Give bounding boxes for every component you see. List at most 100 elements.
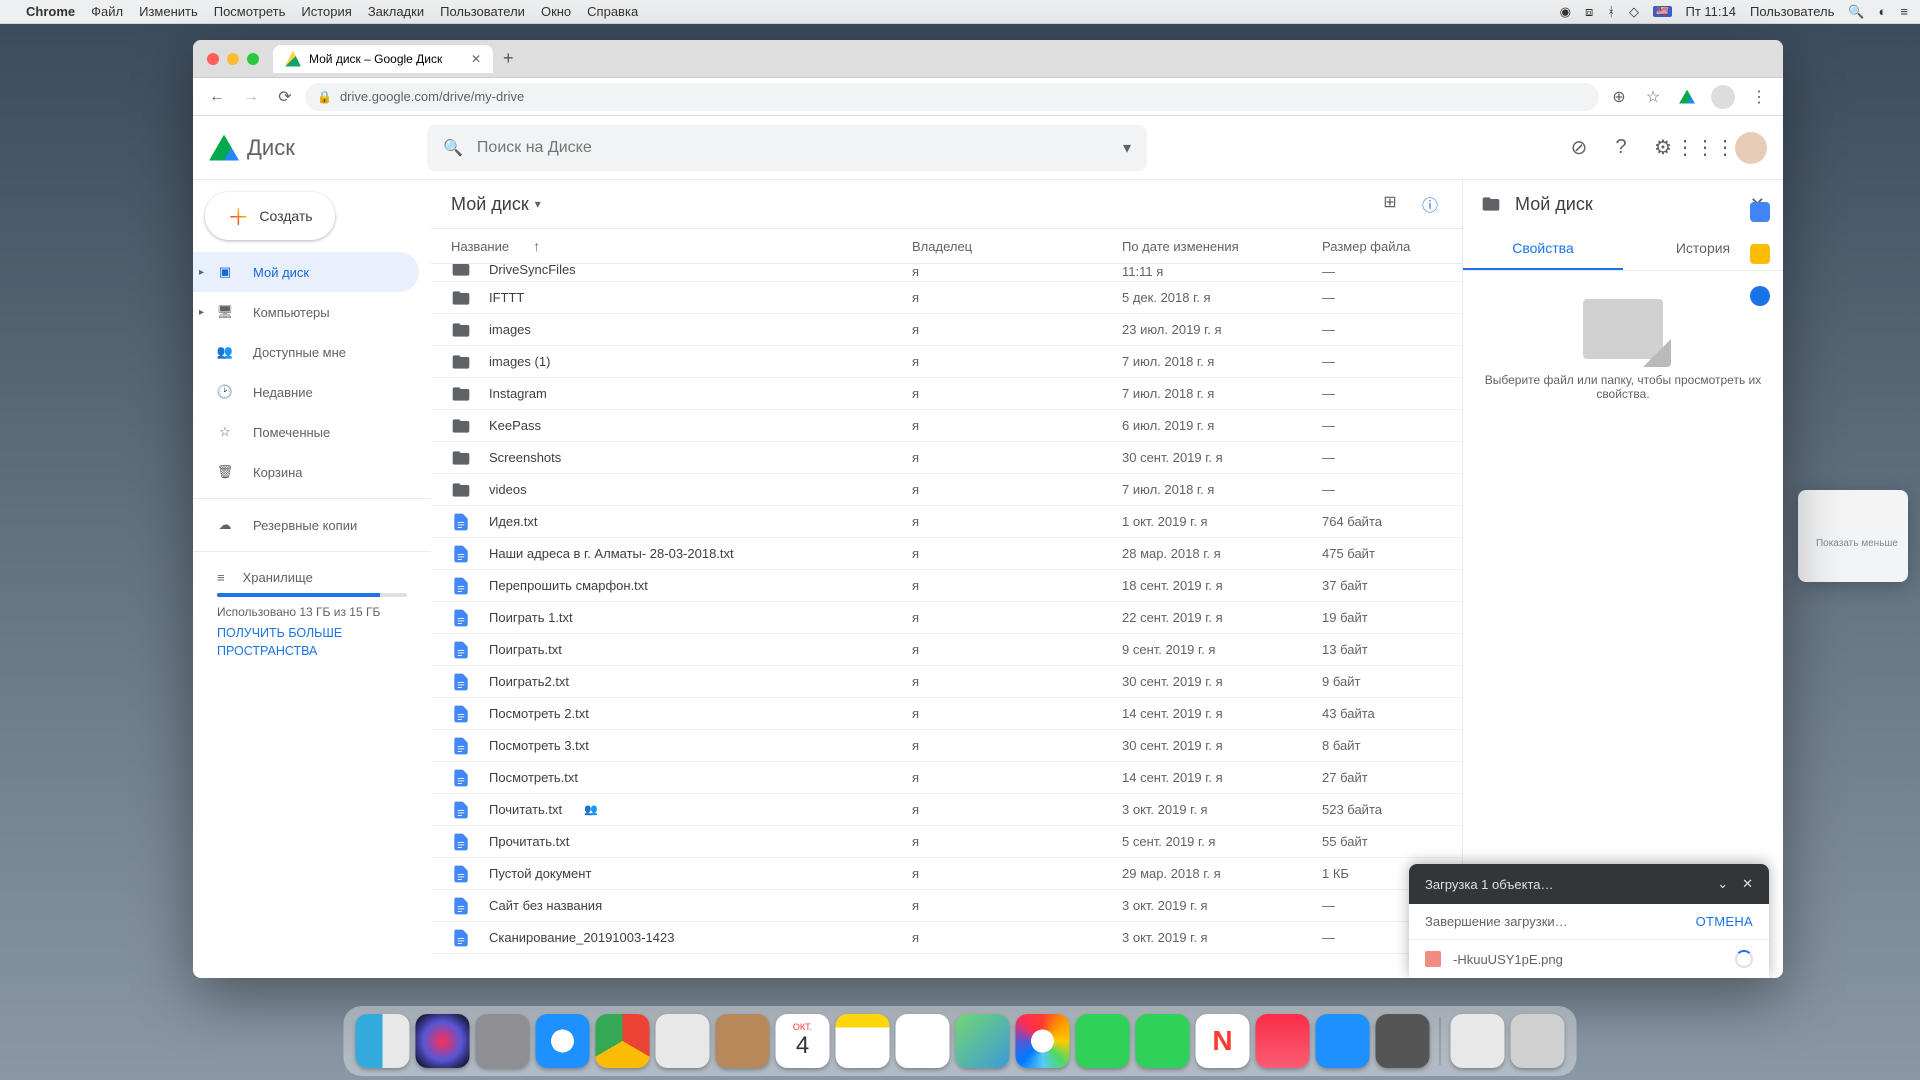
dock-siri-icon[interactable]: [416, 1014, 470, 1068]
wifi-icon[interactable]: ◇: [1629, 4, 1639, 20]
close-tab-icon[interactable]: ✕: [471, 52, 481, 66]
file-row[interactable]: Идея.txtя1 окт. 2019 г. я764 байта: [431, 506, 1462, 538]
grid-view-icon[interactable]: ⊞: [1378, 192, 1402, 216]
cancel-upload-button[interactable]: ОТМЕНА: [1696, 914, 1753, 929]
apps-grid-icon[interactable]: ⋮⋮⋮: [1693, 136, 1717, 160]
menu-view[interactable]: Посмотреть: [214, 4, 286, 19]
clock[interactable]: Пт 11:14: [1686, 4, 1736, 19]
file-row[interactable]: Пустой документя29 мар. 2018 г. я1 КБ: [431, 858, 1462, 890]
sidebar-item-backups[interactable]: ☁ Резервные копии: [193, 505, 419, 545]
menu-edit[interactable]: Изменить: [139, 4, 198, 19]
dock-safari-icon[interactable]: [536, 1014, 590, 1068]
col-owner-label[interactable]: Владелец: [912, 239, 1122, 254]
user-menu[interactable]: Пользователь: [1750, 4, 1834, 19]
dock-mail-icon[interactable]: [656, 1014, 710, 1068]
reload-button[interactable]: ⟳: [271, 83, 299, 111]
calendar-addon-icon[interactable]: [1750, 202, 1770, 222]
chevron-right-icon[interactable]: ▸: [199, 267, 204, 278]
dock-contacts-icon[interactable]: [716, 1014, 770, 1068]
sidebar-item-clock[interactable]: 🕑Недавние: [193, 372, 419, 412]
dock-notes-icon[interactable]: [836, 1014, 890, 1068]
menu-window[interactable]: Окно: [541, 4, 571, 19]
file-row[interactable]: Screenshotsя30 сент. 2019 г. я—: [431, 442, 1462, 474]
dock-trash-icon[interactable]: [1511, 1014, 1565, 1068]
sidebar-item-drive[interactable]: ▸▣Мой диск: [193, 252, 419, 292]
screen-record-icon[interactable]: ◉: [1560, 4, 1571, 20]
app-name[interactable]: Chrome: [26, 4, 75, 19]
dock-keychain-icon[interactable]: [1451, 1014, 1505, 1068]
drive-logo[interactable]: Диск: [209, 135, 419, 161]
file-row[interactable]: IFTTTя5 дек. 2018 г. я—: [431, 282, 1462, 314]
chrome-menu-icon[interactable]: ⋮: [1745, 83, 1773, 111]
file-row[interactable]: Посмотреть 3.txtя30 сент. 2019 г. я8 бай…: [431, 730, 1462, 762]
col-date-label[interactable]: По дате изменения: [1122, 239, 1322, 254]
settings-gear-icon[interactable]: ⚙: [1651, 136, 1675, 160]
search-box[interactable]: 🔍 ▾: [427, 125, 1147, 171]
file-row[interactable]: Поиграть 1.txtя22 сент. 2019 г. я19 байт: [431, 602, 1462, 634]
close-upload-icon[interactable]: ✕: [1742, 876, 1753, 892]
bookmark-star-icon[interactable]: ☆: [1639, 83, 1667, 111]
menu-file[interactable]: Файл: [91, 4, 123, 19]
file-row[interactable]: Перепрошить смарфон.txtя18 сент. 2019 г.…: [431, 570, 1462, 602]
menu-bookmarks[interactable]: Закладки: [368, 4, 424, 19]
notifications-icon[interactable]: ≡: [1900, 4, 1908, 19]
file-row[interactable]: Почитать.txt👥я3 окт. 2019 г. я523 байта: [431, 794, 1462, 826]
dock-news-icon[interactable]: N: [1196, 1014, 1250, 1068]
dock-preferences-icon[interactable]: [1376, 1014, 1430, 1068]
dock-music-icon[interactable]: [1256, 1014, 1310, 1068]
dock-facetime-icon[interactable]: [1136, 1014, 1190, 1068]
sidebar-item-trash[interactable]: 🗑Корзина: [193, 452, 419, 492]
storage-label[interactable]: Хранилище: [243, 570, 313, 585]
spotlight-icon[interactable]: 🔍: [1848, 4, 1864, 20]
maximize-window-button[interactable]: [247, 53, 259, 65]
sort-arrow-icon[interactable]: ↑: [533, 238, 540, 254]
dock-chrome-icon[interactable]: [596, 1014, 650, 1068]
create-button[interactable]: ＋ Создать: [205, 192, 335, 240]
tab-properties[interactable]: Свойства: [1463, 228, 1623, 270]
dock-photos-icon[interactable]: [1016, 1014, 1070, 1068]
address-bar[interactable]: 🔒 drive.google.com/drive/my-drive: [305, 83, 1599, 111]
dock-messages-icon[interactable]: [1076, 1014, 1130, 1068]
keep-addon-icon[interactable]: [1750, 244, 1770, 264]
input-lang-icon[interactable]: 🇺🇸: [1653, 6, 1671, 17]
file-row[interactable]: DriveSyncFilesя11:11 я—: [431, 264, 1462, 282]
menu-users[interactable]: Пользователи: [440, 4, 525, 19]
file-row[interactable]: Наши адреса в г. Алматы- 28-03-2018.txtя…: [431, 538, 1462, 570]
info-icon[interactable]: ⓘ: [1418, 192, 1442, 216]
search-options-icon[interactable]: ▾: [1123, 138, 1131, 158]
menu-history[interactable]: История: [301, 4, 351, 19]
breadcrumb[interactable]: Мой диск ▾: [451, 194, 541, 215]
account-avatar[interactable]: [1735, 132, 1767, 164]
dock-appstore-icon[interactable]: [1316, 1014, 1370, 1068]
browser-tab[interactable]: Мой диск – Google Диск ✕: [273, 45, 493, 73]
col-size-label[interactable]: Размер файла: [1322, 239, 1462, 254]
collapse-upload-icon[interactable]: ⌄: [1717, 876, 1728, 892]
profile-avatar-icon[interactable]: [1711, 85, 1735, 109]
col-name-label[interactable]: Название: [451, 239, 509, 254]
file-row[interactable]: Instagramя7 июл. 2018 г. я—: [431, 378, 1462, 410]
file-row[interactable]: Посмотреть.txtя14 сент. 2019 г. я27 байт: [431, 762, 1462, 794]
minimize-window-button[interactable]: [227, 53, 239, 65]
file-list[interactable]: DriveSyncFilesя11:11 я—IFTTTя5 дек. 2018…: [431, 264, 1462, 978]
support-icon[interactable]: ?: [1609, 136, 1633, 160]
dock-finder-icon[interactable]: [356, 1014, 410, 1068]
forward-button[interactable]: →: [237, 83, 265, 111]
new-tab-button[interactable]: +: [503, 48, 514, 69]
sidebar-item-shared[interactable]: 👥Доступные мне: [193, 332, 419, 372]
sidebar-item-devices[interactable]: ▸🖥Компьютеры: [193, 292, 419, 332]
file-row[interactable]: Поиграть2.txtя30 сент. 2019 г. я9 байт: [431, 666, 1462, 698]
file-row[interactable]: Прочитать.txtя5 сент. 2019 г. я55 байт: [431, 826, 1462, 858]
dock-reminders-icon[interactable]: [896, 1014, 950, 1068]
chevron-right-icon[interactable]: ▸: [199, 307, 204, 318]
file-row[interactable]: imagesя23 июл. 2019 г. я—: [431, 314, 1462, 346]
dock-launchpad-icon[interactable]: [476, 1014, 530, 1068]
file-row[interactable]: KeePassя6 июл. 2019 г. я—: [431, 410, 1462, 442]
drive-extension-icon[interactable]: [1673, 83, 1701, 111]
file-row[interactable]: Сканирование_20191003-1423я3 окт. 2019 г…: [431, 922, 1462, 954]
file-row[interactable]: videosя7 июл. 2018 г. я—: [431, 474, 1462, 506]
get-more-storage-link[interactable]: ПОЛУЧИТЬ БОЛЬШЕ ПРОСТРАНСТВА: [217, 625, 407, 660]
file-row[interactable]: images (1)я7 июл. 2018 г. я—: [431, 346, 1462, 378]
menu-help[interactable]: Справка: [587, 4, 638, 19]
tasks-addon-icon[interactable]: [1750, 286, 1770, 306]
ready-offline-icon[interactable]: ⊘: [1567, 136, 1591, 160]
